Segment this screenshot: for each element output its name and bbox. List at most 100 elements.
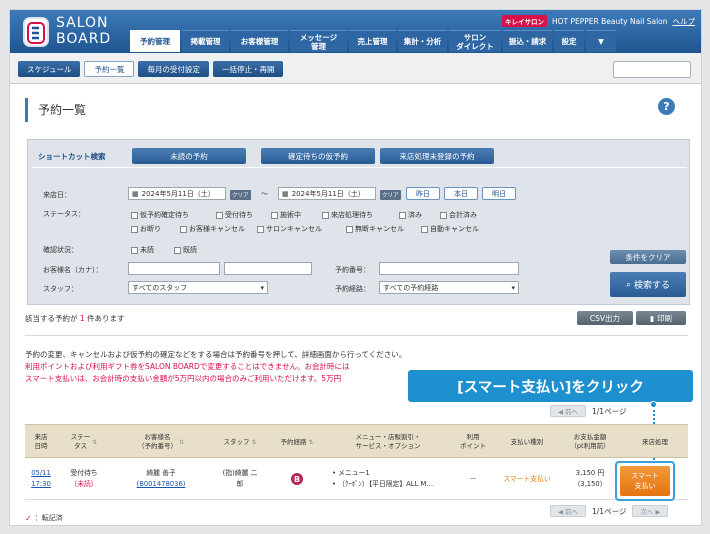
quick-search-input[interactable] [613, 61, 691, 78]
yesterday-button[interactable]: 昨日 [406, 187, 440, 200]
col-payment-type: 支払い種別 [510, 437, 544, 446]
help-icon[interactable]: ? [658, 98, 675, 115]
status-checkbox[interactable]: 施術中 [271, 210, 301, 220]
customer-first-name-input[interactable] [224, 262, 312, 275]
legend: ✓ ：転記済 [25, 513, 63, 523]
table-row: 05/11 17:30 受付待ち （未読） 綺麗 善子 (B001478036)… [25, 458, 688, 500]
status-checkbox[interactable]: 無断キャンセル [346, 224, 404, 234]
nav-settings[interactable]: 設定 [554, 30, 584, 52]
col-amount: お支払金額 （pt利用前） [570, 433, 610, 450]
next-page-button[interactable]: 次へ ▶ [632, 505, 669, 517]
calendar-icon: ▦ [132, 189, 139, 198]
status-checkbox[interactable]: 会計済み [440, 210, 477, 220]
unread-checkbox[interactable]: 未読 [131, 245, 154, 255]
reservation-number-input[interactable] [379, 262, 519, 275]
clear-conditions-button[interactable]: 条件をクリア [610, 250, 686, 264]
status-checkbox[interactable]: 来店処理待ち [322, 210, 373, 220]
brand-line1: SALON [56, 15, 109, 31]
customer-last-name-input[interactable] [128, 262, 220, 275]
csv-export-button[interactable]: CSV出力 [577, 311, 633, 325]
reservation-number-link[interactable]: (B001478036) [137, 479, 186, 490]
col-customer[interactable]: お客様名 （予約番号） ⇅ [111, 425, 211, 459]
date-from-field[interactable]: ▦ 2024年5月11日（土） [128, 187, 226, 200]
status-checkbox[interactable]: サロンキャンセル [257, 224, 322, 234]
nav-sales-management[interactable]: 売上管理 [349, 30, 396, 52]
salon-board-logo-icon[interactable] [23, 17, 49, 47]
date-to-field[interactable]: ▦ 2024年5月11日（土） [278, 187, 376, 200]
pager-bottom: ◀ 前へ 1/1ページ 次へ ▶ [550, 505, 669, 517]
pending-provisional-button[interactable]: 確定待ちの仮予約 [261, 148, 375, 164]
nav-billing[interactable]: 振込・請求 [503, 30, 552, 52]
notice-text: 予約の変更、キャンセルおよび仮予約の確定などをする場合は予約番号を押して、詳細画… [25, 349, 406, 385]
app-window: SALON BOARD キレイサロン HOT PEPPER Beauty Nai… [9, 9, 702, 526]
sort-icon: ⇅ [178, 438, 185, 446]
col-points: 利用 ポイント [460, 433, 486, 450]
subnav-schedule[interactable]: スケジュール [18, 61, 81, 77]
notice-line3: スマート支払いは、お会計時の支払い金額が5万円以内の場合のみご利用いただけます。… [25, 374, 342, 383]
search-button[interactable]: ⌕ 検索する [610, 272, 686, 297]
visit-date-label: 来店日： [43, 191, 71, 199]
prev-page-button[interactable]: ◀ 前へ [550, 405, 586, 417]
sort-icon: ⇅ [308, 438, 314, 446]
prev-page-button[interactable]: ◀ 前へ [550, 505, 586, 517]
smart-payment-button[interactable]: スマート 支払い [615, 461, 675, 501]
col-visit-process: 来店処理 [642, 437, 668, 446]
staff-label: スタッフ： [43, 285, 78, 293]
subnav-bulk-stop-resume[interactable]: 一括停止・再開 [212, 61, 284, 77]
shortcut-label: ショートカット検索 [38, 152, 106, 161]
chevron-down-icon: ▾ [511, 283, 515, 292]
kirei-badge: キレイサロン [501, 15, 547, 27]
visit-datetime-cell[interactable]: 05/11 17:30 [25, 458, 57, 500]
staff-select[interactable]: すべてのスタッフ ▾ [128, 281, 268, 294]
tomorrow-button[interactable]: 明日 [482, 187, 516, 200]
divider [25, 335, 688, 336]
status-checkbox[interactable]: 仮予約確定待ち [131, 210, 189, 220]
shortcut-search-bar: ショートカット検索 未読の予約 確定待ちの仮予約 来店処理未登録の予約 [32, 143, 687, 168]
global-header: SALON BOARD キレイサロン HOT PEPPER Beauty Nai… [10, 10, 701, 53]
pager-top: ◀ 前へ 1/1ページ [550, 405, 626, 417]
points-cell: － [469, 474, 477, 483]
nav-more-icon[interactable]: ▼ [586, 30, 616, 52]
col-status[interactable]: ステー タス ⇅ [58, 425, 110, 459]
payment-type-cell: スマート支払い [503, 474, 551, 483]
unread-reservations-button[interactable]: 未読の予約 [132, 148, 246, 164]
nav-reservation-management[interactable]: 予約管理 [130, 30, 180, 52]
date-to-clear-button[interactable]: クリア [380, 190, 401, 200]
nav-customer-management[interactable]: お客様管理 [231, 30, 288, 52]
check-icon: ✓ [25, 513, 32, 523]
col-staff[interactable]: スタッフ ⇅ [212, 425, 268, 459]
status-checkbox[interactable]: 受付待ち [216, 210, 253, 220]
nav-salon-direct[interactable]: サロン ダイレクト [449, 30, 501, 52]
subnav-monthly-settings[interactable]: 毎月の受付設定 [138, 61, 209, 77]
reservation-route-label: 予約経路： [335, 285, 370, 293]
main-nav: 予約管理 掲載管理 お客様管理 メッセージ 管理 売上管理 集計・分析 サロン … [130, 30, 616, 52]
customer-cell: 綺麗 善子 (B001478036) [111, 458, 211, 500]
status-checkbox[interactable]: 自動キャンセル [421, 224, 479, 234]
help-link[interactable]: ヘルプ [673, 16, 696, 27]
date-from-clear-button[interactable]: クリア [230, 190, 251, 200]
menu-cell: • メニュー1 • （ｸｰﾎﾟﾝ）【平日限定】ALL M… [332, 469, 434, 488]
nav-analytics[interactable]: 集計・分析 [398, 30, 447, 52]
unregistered-visits-button[interactable]: 来店処理未登録の予約 [380, 148, 494, 164]
nav-listing-management[interactable]: 掲載管理 [182, 30, 229, 52]
col-visit-datetime[interactable]: 来店 日時 [25, 425, 57, 459]
print-button[interactable]: ▮ 印刷 [636, 311, 686, 325]
status-checkbox[interactable]: お客様キャンセル [180, 224, 245, 234]
customer-name-label: お客様名（カナ）： [43, 266, 103, 274]
today-button[interactable]: 本日 [444, 187, 478, 200]
nav-message-management[interactable]: メッセージ 管理 [290, 30, 347, 52]
notice-line1: 予約の変更、キャンセルおよび仮予約の確定などをする場合は予約番号を押して、詳細画… [25, 350, 407, 359]
read-checkbox[interactable]: 既読 [174, 245, 197, 255]
subnav-reservation-list[interactable]: 予約一覧 [84, 61, 135, 77]
status-cell: 受付待ち （未読） [70, 469, 98, 488]
col-route[interactable]: 予約経路 ⇅ [269, 425, 325, 459]
search-icon: ⌕ [625, 279, 632, 290]
status-label: ステータス： [43, 210, 85, 218]
reservation-route-select[interactable]: すべての予約経路 ▾ [379, 281, 519, 294]
result-count: 該当する予約が 1 件あります [25, 314, 125, 323]
col-menu: メニュー・店販割引・ サービス・オプション [355, 433, 421, 450]
amount-cell: 3,150 円 （3,150） [573, 469, 607, 488]
status-checkbox[interactable]: お断り [131, 224, 161, 234]
date-to-value: 2024年5月11日（土） [291, 189, 365, 198]
status-checkbox[interactable]: 済み [399, 210, 422, 220]
